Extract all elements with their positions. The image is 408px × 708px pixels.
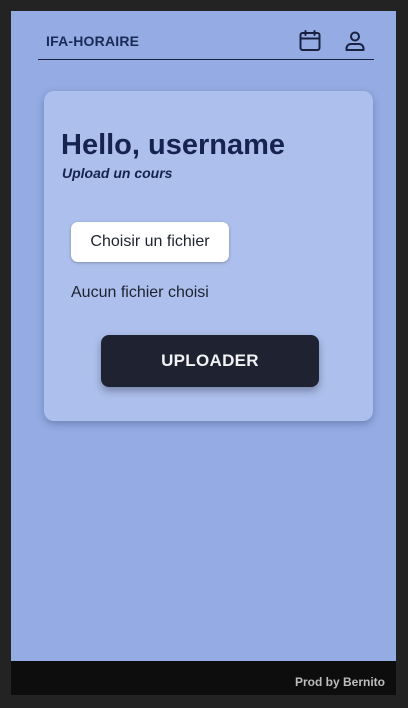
footer: Prod by Bernito [11, 661, 396, 695]
greeting-heading: Hello, username [61, 129, 286, 161]
upload-subtitle: Upload un cours [62, 165, 173, 181]
calendar-button[interactable] [297, 28, 323, 54]
file-status-text: Aucun fichier choisi [71, 284, 209, 301]
choose-file-button[interactable]: Choisir un fichier [71, 222, 229, 262]
top-navbar: IFA-HORAIRE [38, 11, 374, 60]
user-icon [345, 31, 365, 51]
upload-button[interactable]: UPLOADER [101, 335, 319, 387]
upload-card: Hello, username Upload un cours Choisir … [44, 91, 373, 421]
app-title[interactable]: IFA-HORAIRE [46, 33, 139, 49]
profile-button[interactable] [342, 28, 368, 54]
footer-credit: Prod by Bernito [294, 675, 385, 689]
app-screen: IFA-HORAIRE Hello, username Upload un co… [11, 11, 396, 661]
calendar-icon [299, 30, 321, 51]
